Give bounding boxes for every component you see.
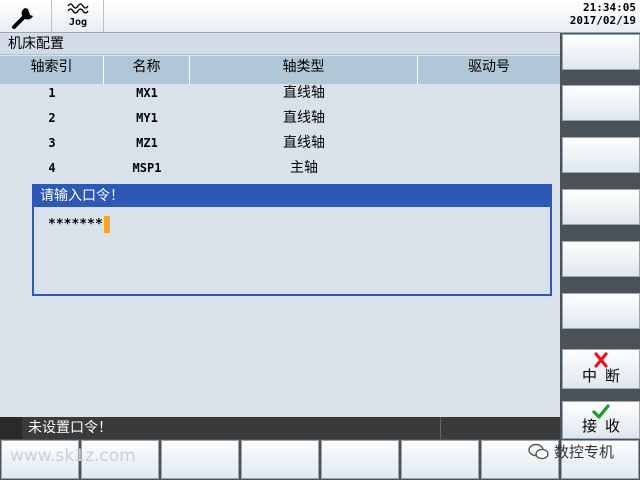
cell-axis-type: 直线轴 [283, 85, 325, 101]
clock-date: 2017/02/19 [569, 14, 636, 27]
horizontal-softkey-6[interactable] [401, 440, 479, 479]
clock: 21:34:05 2017/02/19 [570, 1, 636, 27]
text-cursor [104, 216, 110, 233]
table-row[interactable]: 3 MZ1 直线轴 [0, 134, 560, 159]
status-bar: 未设置口令！ [0, 417, 560, 439]
axis-table: 1 MX1 直线轴 2 MY1 直线轴 3 MZ1 直线轴 4 MSP1 主轴 [0, 84, 560, 184]
top-bar: Jog 21:34:05 2017/02/19 [0, 0, 640, 33]
column-header-name: 名称 [104, 56, 190, 84]
wechat-icon [528, 443, 549, 460]
cancel-button[interactable]: 中断 [562, 349, 640, 389]
cell-name: MSP1 [132, 161, 162, 175]
table-row[interactable]: 4 MSP1 主轴 [0, 159, 560, 184]
jog-wave-icon [67, 3, 89, 14]
cell-axis-index: 2 [48, 111, 56, 125]
horizontal-softkey-4[interactable] [241, 440, 319, 479]
column-header-drive-number: 驱动号 [468, 59, 510, 75]
cell-name: MX1 [136, 86, 158, 100]
cell-axis-index: 4 [48, 161, 56, 175]
softkey-6[interactable] [562, 293, 640, 329]
softkey-2[interactable] [562, 85, 640, 121]
cell-axis-index: 1 [48, 86, 56, 100]
page-title: 机床配置 [0, 34, 560, 55]
watermark-url: www.sk1z.com [10, 446, 136, 466]
cell-axis-index: 3 [48, 136, 56, 150]
watermark-text: 数控专机 [554, 443, 615, 461]
password-input[interactable]: ******* [46, 216, 105, 233]
column-header-axis-index: 轴索引 [0, 56, 104, 84]
clock-time: 21:34:05 [583, 1, 636, 14]
accept-button[interactable]: 接收 [562, 401, 640, 439]
horizontal-softkey-3[interactable] [161, 440, 239, 479]
cell-name: MY1 [136, 111, 158, 125]
accept-label: 接收 [581, 417, 628, 435]
status-indicator [0, 417, 22, 439]
vertical-softkey-bar: 中断 接收 [560, 33, 640, 439]
settings-button[interactable] [0, 0, 52, 32]
status-message: 未设置口令！ [28, 420, 112, 436]
softkey-4[interactable] [562, 189, 640, 225]
cell-axis-type: 主轴 [290, 160, 318, 176]
cell-axis-type: 直线轴 [283, 135, 325, 151]
cell-axis-type: 直线轴 [283, 110, 325, 126]
jog-mode-button[interactable]: Jog [52, 0, 104, 32]
column-header-axis-type: 轴类型 [190, 56, 418, 84]
table-row[interactable]: 1 MX1 直线轴 [0, 84, 560, 109]
table-header: 轴索引 名称 轴类型 驱动号 [0, 56, 560, 84]
softkey-5[interactable] [562, 241, 640, 277]
watermark-brand: 数控专机 [528, 441, 638, 465]
softkey-3[interactable] [562, 137, 640, 173]
horizontal-softkey-5[interactable] [321, 440, 399, 479]
wrench-icon [12, 8, 33, 29]
dialog-title: 请输入口令！ [34, 186, 550, 207]
password-dialog: 请输入口令！ ******* [32, 184, 552, 296]
cell-name: MZ1 [136, 136, 158, 150]
jog-label: Jog [68, 17, 88, 28]
status-segment [440, 417, 560, 439]
softkey-1[interactable] [562, 34, 640, 70]
table-row[interactable]: 2 MY1 直线轴 [0, 109, 560, 134]
cancel-label: 中断 [581, 367, 628, 385]
